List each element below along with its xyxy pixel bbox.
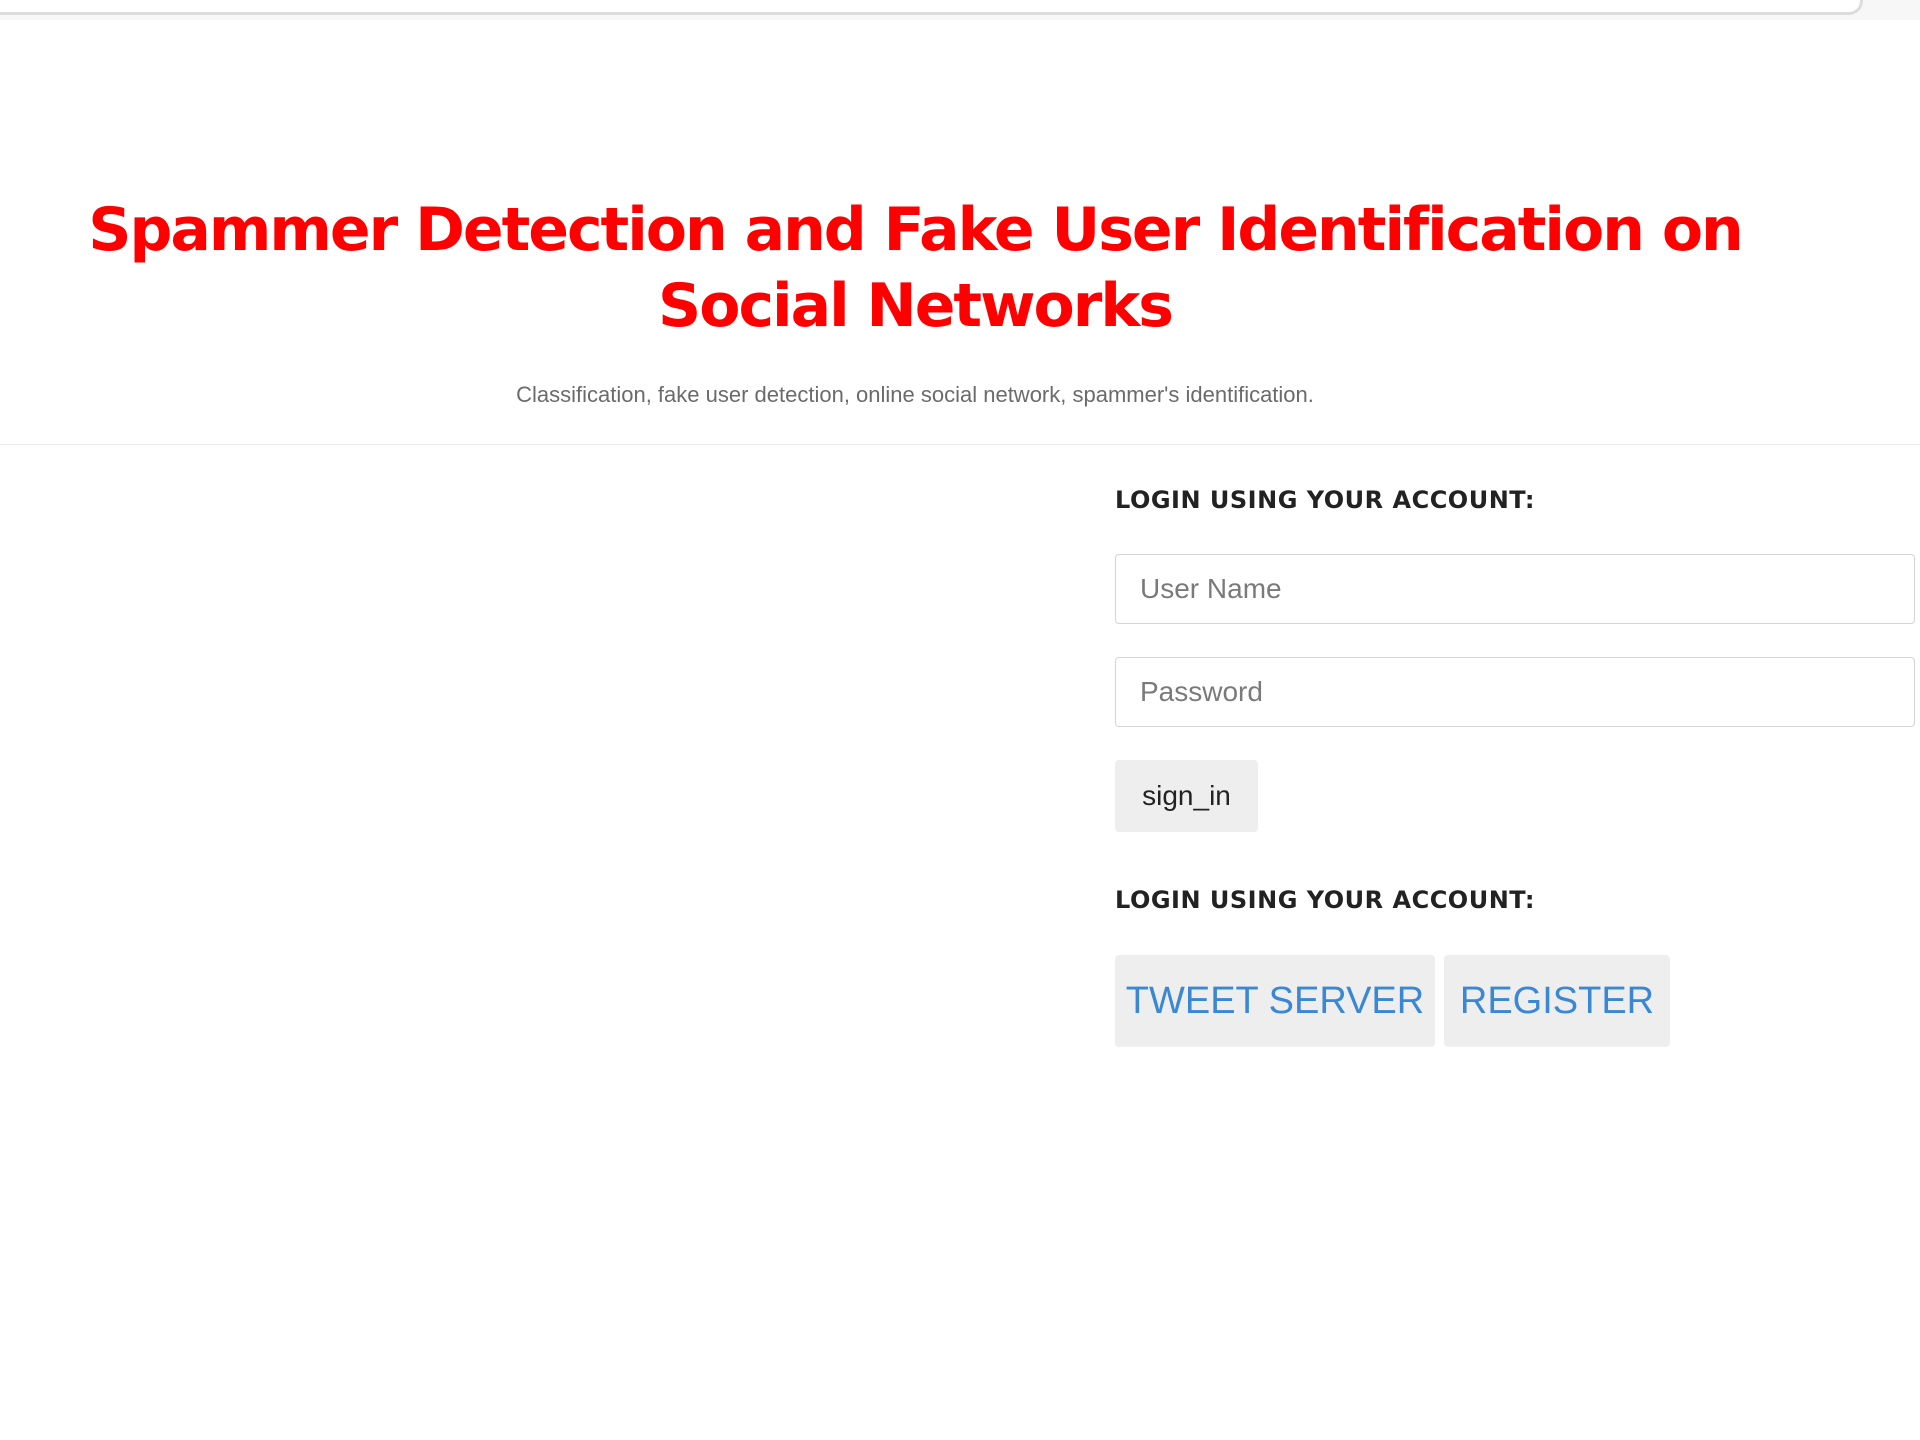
links-section-heading: LOGIN USING YOUR ACCOUNT: <box>1115 886 1535 914</box>
sign-in-button[interactable]: sign_in <box>1115 760 1258 832</box>
page-title: Spammer Detection and Fake User Identifi… <box>88 195 1744 341</box>
username-input[interactable] <box>1115 554 1915 624</box>
register-button[interactable]: REGISTER <box>1444 955 1670 1047</box>
browser-chrome <box>0 0 1920 20</box>
tweet-server-button[interactable]: TWEET SERVER <box>1115 955 1435 1047</box>
login-form-heading: LOGIN USING YOUR ACCOUNT: <box>1115 486 1535 514</box>
page-subtitle: Classification, fake user detection, onl… <box>516 382 1314 407</box>
password-input[interactable] <box>1115 657 1915 727</box>
address-bar-edge <box>0 0 1863 15</box>
